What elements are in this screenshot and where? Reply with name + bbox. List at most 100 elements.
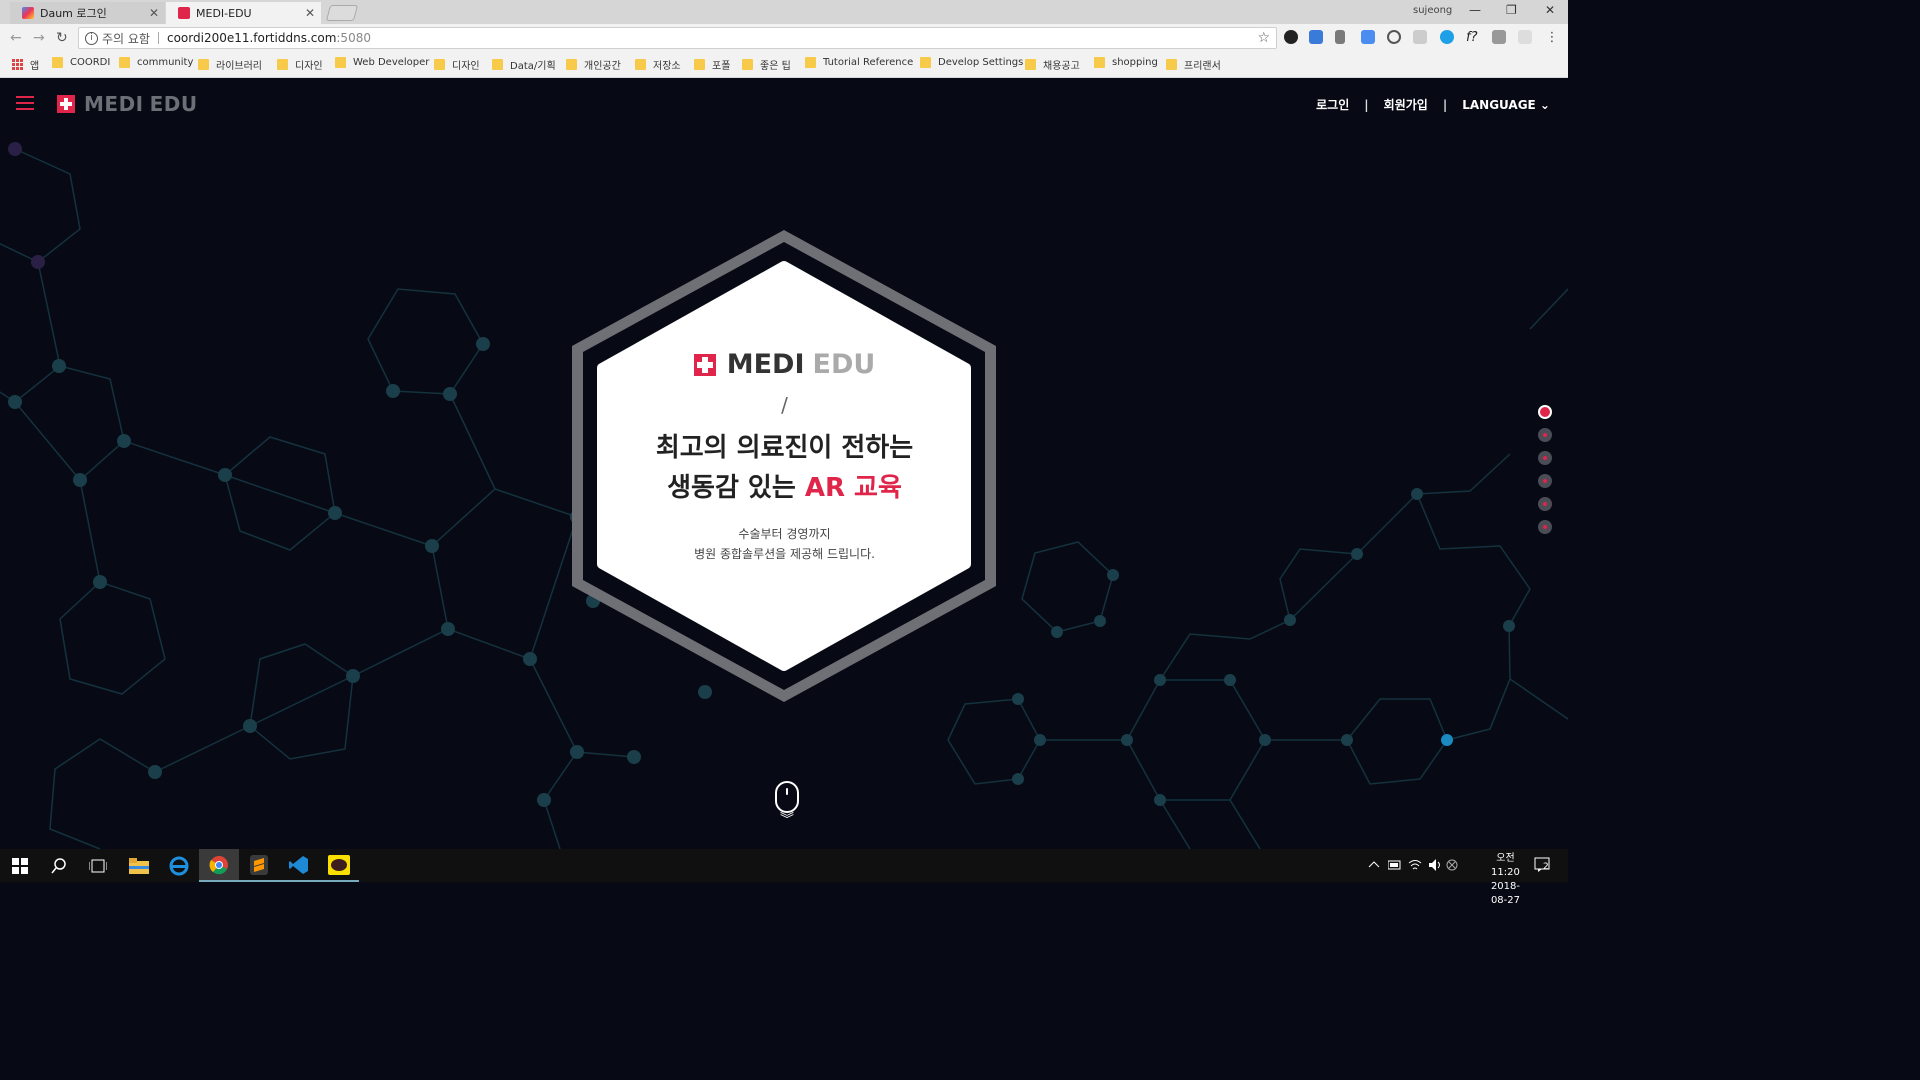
url-host[interactable]: coordi200e11.fortiddns.com xyxy=(167,31,336,45)
address-bar[interactable]: i 주의 요함 coordi200e11.fortiddns.com :5080… xyxy=(78,27,1277,49)
font-extension-icon[interactable]: f? xyxy=(1466,30,1480,45)
tray-app-icon[interactable] xyxy=(1446,859,1458,871)
bookmark-star-icon[interactable]: ☆ xyxy=(1257,30,1270,46)
bookmark-folder[interactable]: 개인공간 xyxy=(566,57,621,72)
pager-dot[interactable] xyxy=(1538,497,1552,511)
bookmarks-bar: 앱 COORDI community 라이브러리 디자인 Web Develop… xyxy=(0,52,1568,78)
bookmark-folder[interactable]: community xyxy=(119,57,193,68)
bookmark-folder[interactable]: 라이브러리 xyxy=(198,57,262,72)
chevron-up-icon[interactable] xyxy=(1368,859,1380,871)
hamburger-menu-icon[interactable] xyxy=(16,96,34,110)
bookmark-folder[interactable]: Tutorial Reference xyxy=(805,57,913,68)
close-tab-icon[interactable]: ✕ xyxy=(149,6,159,20)
browser-menu-icon[interactable]: ⋮ xyxy=(1545,30,1559,45)
start-icon[interactable] xyxy=(0,849,40,882)
security-label[interactable]: 주의 요함 xyxy=(102,30,150,47)
bookmark-apps[interactable]: 앱 xyxy=(12,57,39,72)
web-page: MEDI EDU 로그인 | 회원가입 | LANGUAGE ⌄ MEDI ED… xyxy=(0,79,1568,849)
sync-extension-icon[interactable] xyxy=(1387,30,1401,44)
apps-grid-icon xyxy=(12,59,23,70)
logo-edu: EDU xyxy=(149,92,198,116)
pager-dot[interactable] xyxy=(1538,405,1552,419)
battery-icon[interactable] xyxy=(1388,860,1402,870)
browser-toolbar: ← → ↻ i 주의 요함 coordi200e11.fortiddns.com… xyxy=(0,24,1568,52)
clock[interactable]: 오전 11:20 2018-08-27 xyxy=(1491,852,1520,908)
hero-headline-line2: 생동감 있는 AR 교육 xyxy=(603,468,966,508)
eyedropper-extension-icon[interactable] xyxy=(1335,30,1345,44)
file-explorer-icon[interactable] xyxy=(119,849,159,882)
blue-extension-icon[interactable] xyxy=(1440,30,1454,44)
close-window-icon[interactable]: ✕ xyxy=(1545,3,1555,17)
pager-dot[interactable] xyxy=(1538,474,1552,488)
scroll-down-chevron-icon[interactable]: ︾ xyxy=(779,813,795,827)
hero-headline-line1: 최고의 의료진이 전하는 xyxy=(655,433,914,463)
bookmark-folder[interactable]: Data/기획 xyxy=(492,57,556,72)
sublime-icon[interactable] xyxy=(239,849,279,882)
profile-name[interactable]: sujeong xyxy=(1413,5,1452,16)
bookmark-folder[interactable]: 디자인 xyxy=(434,57,480,72)
search-icon[interactable] xyxy=(39,849,79,882)
site-logo[interactable]: MEDI EDU xyxy=(57,92,198,116)
bookmark-folder[interactable]: 저장소 xyxy=(635,57,681,72)
medical-cross-icon xyxy=(57,95,75,113)
folder-icon xyxy=(805,57,816,68)
pager-dot[interactable] xyxy=(1538,428,1552,442)
light-extension-icon[interactable] xyxy=(1518,30,1532,44)
ie-icon[interactable] xyxy=(159,849,199,882)
bookmark-label: Tutorial Reference xyxy=(823,57,914,68)
folder-icon xyxy=(566,59,577,70)
tab-daum-login[interactable]: Daum 로그인 ✕ xyxy=(10,2,165,24)
forward-icon[interactable]: → xyxy=(33,30,45,46)
download-extension-icon[interactable] xyxy=(1309,30,1323,44)
medical-cross-icon xyxy=(693,353,716,376)
folder-icon xyxy=(1166,59,1177,70)
minimize-icon[interactable]: — xyxy=(1469,3,1481,17)
login-link[interactable]: 로그인 xyxy=(1316,96,1349,113)
pager-dot[interactable] xyxy=(1538,520,1552,534)
folder-icon xyxy=(694,59,705,70)
bookmark-folder[interactable]: 디자인 xyxy=(277,57,323,72)
scroll-mouse-icon[interactable] xyxy=(775,781,799,813)
volume-icon[interactable] xyxy=(1428,858,1442,872)
pager-dot[interactable] xyxy=(1538,451,1552,465)
extension-icon[interactable] xyxy=(1284,30,1298,44)
wifi-icon[interactable] xyxy=(1408,858,1422,872)
bookmark-label: 포폴 xyxy=(712,61,731,72)
bookmark-folder[interactable]: Web Developer xyxy=(335,57,429,68)
bookmark-folder[interactable]: COORDI xyxy=(52,57,110,68)
new-tab-button[interactable] xyxy=(325,5,359,21)
dx-extension-icon[interactable] xyxy=(1413,30,1427,44)
bookmark-folder[interactable]: 포폴 xyxy=(694,57,730,72)
signup-link[interactable]: 회원가입 xyxy=(1384,96,1428,113)
vscode-icon[interactable] xyxy=(279,849,319,882)
bookmark-folder[interactable]: 프리랜서 xyxy=(1166,57,1221,72)
restore-icon[interactable]: ❐ xyxy=(1506,3,1517,17)
info-icon[interactable]: i xyxy=(85,31,98,45)
bookmark-folder[interactable]: Develop Settings xyxy=(920,57,1023,68)
gray-extension-icon[interactable] xyxy=(1492,30,1506,44)
tab-title: Daum 로그인 xyxy=(40,7,107,20)
tab-medi-edu[interactable]: MEDI-EDU ✕ xyxy=(166,2,321,24)
hero-logo-medi: MEDI xyxy=(726,349,805,380)
bookmark-label: 저장소 xyxy=(653,61,681,72)
folder-icon xyxy=(434,59,445,70)
task-view-icon[interactable] xyxy=(78,849,118,882)
notification-center-icon[interactable]: 2 xyxy=(1534,857,1552,873)
reload-icon[interactable]: ↻ xyxy=(56,30,68,46)
bookmark-folder[interactable]: 채용공고 xyxy=(1025,57,1080,72)
chrome-icon[interactable] xyxy=(199,849,239,882)
folder-icon xyxy=(277,59,288,70)
logo-medi: MEDI xyxy=(84,92,144,116)
bookmark-folder[interactable]: 좋은 팁 xyxy=(742,57,791,72)
language-dropdown[interactable]: LANGUAGE ⌄ xyxy=(1462,98,1550,112)
translate-extension-icon[interactable] xyxy=(1361,30,1375,44)
kakaotalk-icon[interactable] xyxy=(319,849,359,882)
bookmark-label: 앱 xyxy=(30,61,40,72)
bookmark-label: 좋은 팁 xyxy=(760,61,791,72)
bookmark-label: 디자인 xyxy=(295,61,323,72)
bookmark-folder[interactable]: shopping xyxy=(1094,57,1158,68)
folder-icon xyxy=(920,57,931,68)
back-icon[interactable]: ← xyxy=(10,30,22,46)
close-tab-icon[interactable]: ✕ xyxy=(305,6,315,20)
url-port[interactable]: :5080 xyxy=(336,31,371,45)
